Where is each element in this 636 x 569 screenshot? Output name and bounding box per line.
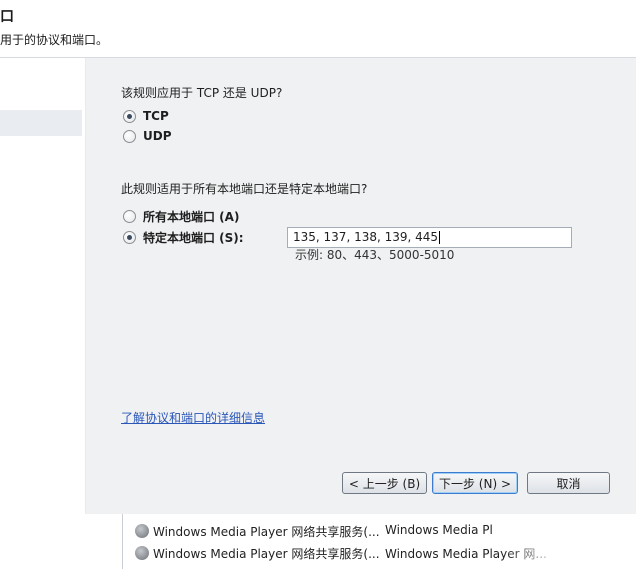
specific-ports-value: 135, 137, 138, 139, 445 — [293, 230, 439, 244]
all-ports-radio-button[interactable] — [123, 210, 136, 223]
all-ports-radio-option[interactable]: 所有本地端口 (A) — [123, 208, 239, 225]
wizard-header: 口 用于的协议和端口。 — [0, 0, 636, 58]
tcp-radio-option[interactable]: TCP — [123, 109, 169, 123]
udp-radio-label[interactable]: UDP — [143, 129, 172, 143]
learn-more-link[interactable]: 了解协议和端口的详细信息 — [121, 409, 265, 426]
rule-name: Windows Media Player 网络共享服务(... — [153, 546, 380, 561]
tcp-radio-button[interactable] — [123, 109, 136, 123]
specific-ports-radio-label[interactable]: 特定本地端口 (S): — [143, 229, 244, 246]
specific-ports-radio-button[interactable] — [123, 231, 136, 244]
rule-name: Windows Media Player 网络共享服务(... — [153, 524, 380, 539]
udp-radio-option[interactable]: UDP — [123, 129, 172, 143]
background-rules-list: Windows Media Player 网络共享服务(... Windows … — [122, 514, 636, 569]
steps-pane — [0, 58, 86, 514]
tcp-radio-label[interactable]: TCP — [143, 109, 169, 123]
back-button[interactable]: < 上一步 (B) — [342, 472, 427, 494]
specific-ports-radio-option[interactable]: 特定本地端口 (S): — [123, 229, 244, 246]
rule-disabled-icon — [135, 546, 149, 560]
cancel-button[interactable]: 取消 — [527, 472, 610, 494]
blur-overlay — [503, 514, 636, 569]
ports-question: 此规则适用于所有本地端口还是特定本地端口? — [121, 182, 368, 196]
rule-group: Windows Media Pl — [385, 523, 493, 537]
new-inbound-rule-wizard: 口 用于的协议和端口。 该规则应用于 TCP 还是 UDP? TCP UDP 此… — [0, 0, 636, 514]
wizard-title: 口 — [0, 9, 14, 25]
ports-example-text: 示例: 80、443、5000-5010 — [295, 248, 455, 262]
wizard-description: 用于的协议和端口。 — [0, 33, 109, 47]
text-caret — [439, 231, 441, 244]
list-item[interactable]: Windows Media Player 网络共享服务(... — [135, 521, 380, 541]
udp-radio-button[interactable] — [123, 129, 136, 143]
step-item-protocol-ports[interactable] — [0, 110, 82, 136]
step-item[interactable] — [0, 84, 82, 110]
rule-disabled-icon — [135, 524, 149, 538]
content-pane — [86, 58, 636, 514]
specific-ports-input[interactable]: 135, 137, 138, 139, 445 — [287, 227, 572, 248]
list-item[interactable]: Windows Media Player 网络共享服务(... — [135, 543, 380, 563]
protocol-question: 该规则应用于 TCP 还是 UDP? — [121, 86, 283, 100]
all-ports-radio-label[interactable]: 所有本地端口 (A) — [143, 208, 239, 225]
next-button[interactable]: 下一步 (N) > — [432, 472, 518, 494]
